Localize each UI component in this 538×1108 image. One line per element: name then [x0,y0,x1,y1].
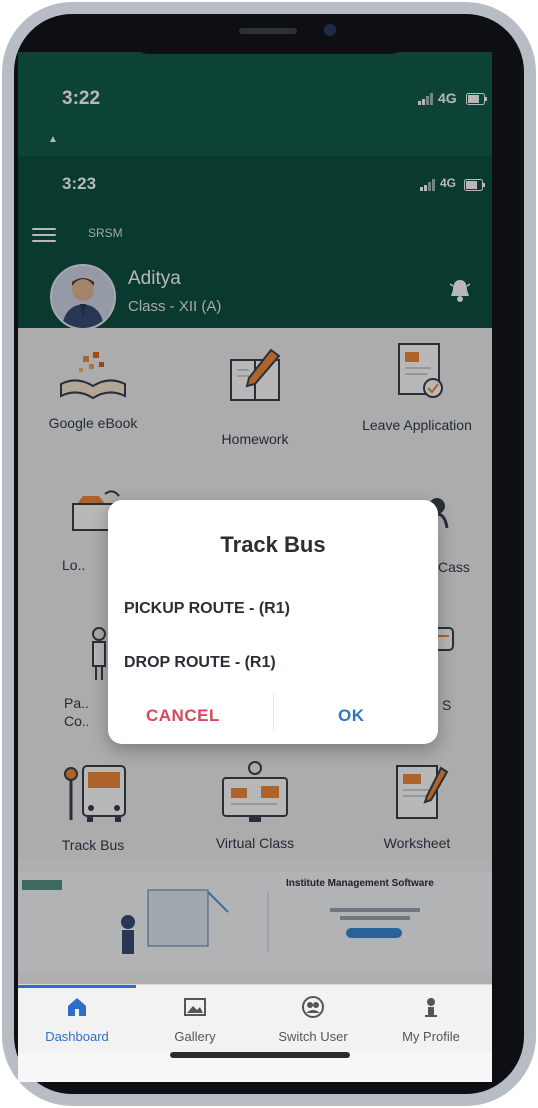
home-indicator[interactable] [170,1052,350,1058]
gallery-icon [183,995,207,1019]
nav-my-profile[interactable]: My Profile [372,985,490,1052]
bottom-navigation: Dashboard Gallery Switch User My Profile [18,984,492,1052]
nav-gallery[interactable]: Gallery [136,985,254,1052]
profile-icon [419,995,443,1019]
nav-label: My Profile [402,1029,460,1044]
drop-route-option[interactable]: DROP ROUTE - (R1) [124,654,276,672]
track-bus-dialog: Track Bus PICKUP ROUTE - (R1) DROP ROUTE… [108,500,438,744]
phone-notch [124,14,414,54]
speaker-grille [239,28,297,34]
nav-dashboard[interactable]: Dashboard [18,985,136,1052]
cancel-button[interactable]: CANCEL [146,706,220,726]
switch-user-icon [301,995,325,1019]
nav-switch-user[interactable]: Switch User [254,985,372,1052]
button-divider [273,692,274,732]
nav-label: Gallery [174,1029,216,1044]
front-camera [324,24,336,36]
app-screen: 3:22 4G ▲ 3:23 4G SRSM Aditya Class - XI… [18,52,492,1052]
home-icon [65,995,89,1019]
nav-label: Switch User [278,1029,348,1044]
pickup-route-option[interactable]: PICKUP ROUTE - (R1) [124,600,290,618]
dialog-title: Track Bus [220,532,326,557]
phone-mockup: 3:22 4G ▲ 3:23 4G SRSM Aditya Class - XI… [0,0,538,1108]
active-tab-indicator [18,985,136,988]
ok-button[interactable]: OK [338,706,365,726]
nav-label: Dashboard [45,1029,109,1044]
